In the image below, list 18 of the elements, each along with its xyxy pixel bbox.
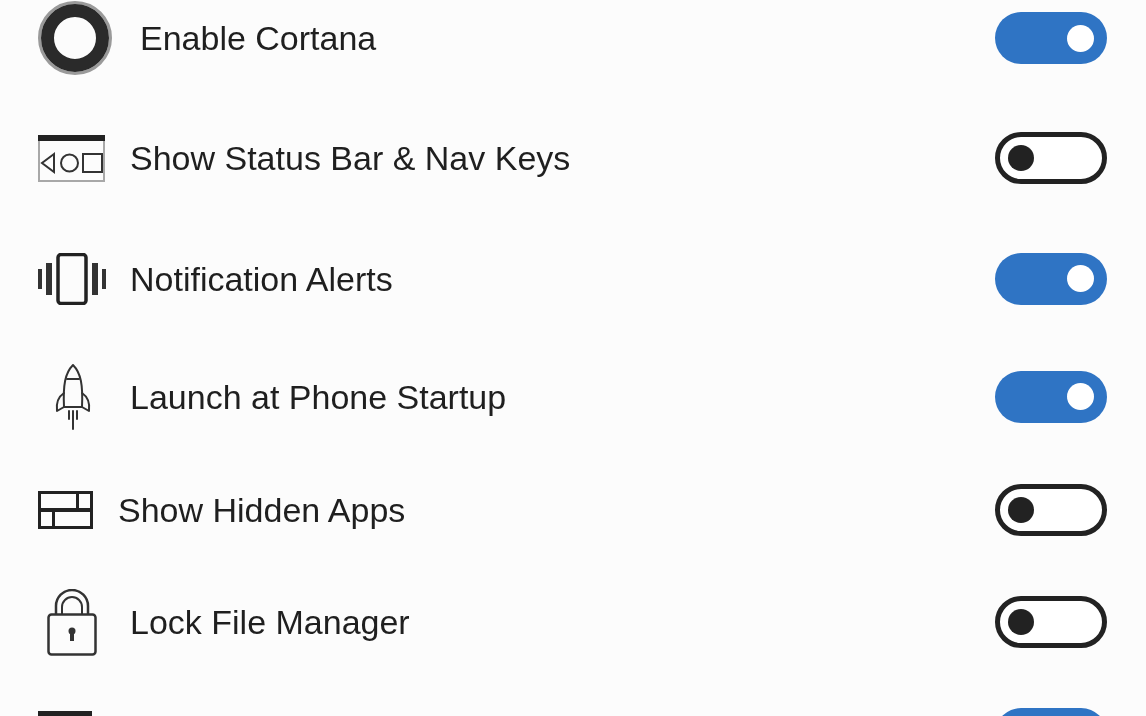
setting-label: Launch at Phone Startup [130,376,507,417]
toggle-switch[interactable] [995,132,1107,184]
vibrating-phone-icon [37,252,107,305]
setting-label: Notification Alerts [130,258,393,299]
setting-label: Show Status Bar & Nav Keys [130,138,571,178]
toggle-switch[interactable] [995,12,1107,64]
setting-label: Show Hidden Apps [118,490,406,530]
padlock-icon [47,588,97,656]
toggle-switch[interactable] [995,252,1107,305]
ring-icon [38,0,112,76]
setting-label: Enable Cortana [140,18,377,58]
toggle-switch[interactable] [995,484,1107,536]
rocket-icon [54,362,92,431]
setting-label: Lock File Manager [130,602,410,642]
app-tiles-icon [38,491,93,529]
toggle-switch[interactable] [995,370,1107,423]
screen-nav-keys-icon [38,134,105,182]
toggle-switch[interactable] [995,596,1107,648]
